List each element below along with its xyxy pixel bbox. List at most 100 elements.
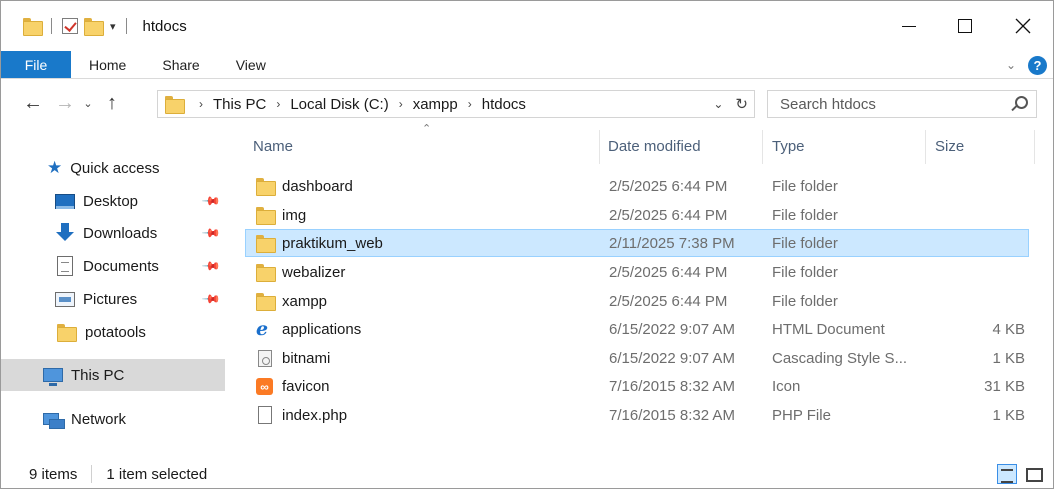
file-name: xampp [282, 292, 328, 310]
refresh-icon[interactable]: ↻ [735, 95, 748, 113]
file-type: Cascading Style S... [772, 349, 908, 367]
column-header-date[interactable]: Date modified [608, 126, 701, 166]
tab-share[interactable]: Share [144, 51, 217, 78]
back-button[interactable]: ← [21, 81, 45, 126]
column-divider[interactable] [762, 130, 763, 164]
folder-icon [256, 178, 276, 196]
nav-item-documents[interactable]: Documents 📌 [1, 250, 225, 282]
nav-item-quick-access[interactable]: ★ Quick access [1, 152, 225, 184]
breadcrumb-separator[interactable]: › [468, 97, 472, 111]
close-icon [1015, 18, 1031, 34]
navigation-bar: ← → ⌄ ↑ › This PC › Local Disk (C:) › xa… [1, 81, 1053, 126]
breadcrumb-separator[interactable]: › [276, 97, 280, 111]
file-type: Icon [772, 377, 801, 395]
column-divider[interactable] [925, 130, 926, 164]
details-view-icon[interactable] [997, 464, 1017, 484]
folder-icon [57, 324, 77, 342]
nav-item-pictures[interactable]: Pictures 📌 [1, 283, 225, 315]
maximize-button[interactable] [938, 1, 992, 51]
folder-icon [256, 264, 276, 282]
properties-icon[interactable] [62, 18, 78, 34]
file-name: praktikum_web [282, 234, 383, 252]
nav-item-downloads[interactable]: Downloads 📌 [1, 217, 225, 249]
file-date: 2/5/2025 6:44 PM [609, 177, 728, 195]
file-size: 31 KB [984, 377, 1025, 395]
qat-separator [125, 18, 127, 34]
file-row-favicon[interactable]: ∞ favicon 7/16/2015 8:32 AM Icon 31 KB [245, 372, 1029, 400]
status-bar: 9 items 1 item selected [1, 459, 1053, 489]
column-divider[interactable] [599, 130, 600, 164]
column-header-name[interactable]: Name [253, 126, 293, 166]
file-row-dashboard[interactable]: dashboard 2/5/2025 6:44 PM File folder [245, 172, 1029, 200]
pin-icon[interactable]: 📌 [201, 223, 221, 243]
file-row-index-php[interactable]: index.php 7/16/2015 8:32 AM PHP File 1 K… [245, 401, 1029, 429]
sort-ascending-icon: ⌃ [422, 123, 432, 135]
help-icon[interactable]: ? [1028, 55, 1047, 75]
column-divider[interactable] [1034, 130, 1035, 164]
breadcrumb-separator[interactable]: › [199, 97, 203, 111]
file-row-bitnami[interactable]: bitnami 6/15/2022 9:07 AM Cascading Styl… [245, 344, 1029, 372]
file-row-xampp[interactable]: xampp 2/5/2025 6:44 PM File folder [245, 287, 1029, 315]
breadcrumb-separator[interactable]: › [399, 97, 403, 111]
breadcrumb-htdocs[interactable]: htdocs [482, 96, 526, 113]
qat-dropdown-icon[interactable]: ▾ [110, 20, 116, 33]
arrow-up-icon: ↑ [107, 92, 117, 114]
file-row-webalizer[interactable]: webalizer 2/5/2025 6:44 PM File folder [245, 258, 1029, 286]
folder-icon [23, 18, 43, 36]
tab-home[interactable]: Home [71, 51, 144, 78]
new-folder-icon[interactable] [84, 18, 104, 36]
quick-access-toolbar: ▾ htdocs [1, 1, 187, 51]
network-icon [43, 411, 65, 429]
status-separator [91, 465, 93, 483]
pictures-icon [55, 291, 75, 307]
file-row-praktikum-web[interactable]: praktikum_web 2/11/2025 7:38 PM File fol… [245, 229, 1029, 257]
search-input[interactable] [780, 95, 1000, 113]
maximize-icon [958, 19, 972, 33]
file-date: 7/16/2015 8:32 AM [609, 406, 735, 424]
tab-file[interactable]: File [1, 51, 71, 78]
pin-icon[interactable]: 📌 [201, 289, 221, 309]
nav-item-this-pc[interactable]: This PC [1, 359, 225, 391]
file-type: File folder [772, 292, 838, 310]
breadcrumb-xampp[interactable]: xampp [413, 96, 458, 113]
window-title: htdocs [142, 17, 187, 35]
expand-ribbon-icon[interactable]: ⌄ [1006, 58, 1016, 72]
css-file-icon [258, 350, 272, 367]
nav-item-network[interactable]: Network [1, 403, 225, 435]
column-header-size[interactable]: Size [935, 126, 964, 166]
file-name: applications [282, 320, 362, 338]
folder-icon [165, 96, 185, 114]
arrow-right-icon: → [55, 92, 75, 114]
folder-icon [256, 207, 276, 225]
address-bar[interactable]: › This PC › Local Disk (C:) › xampp › ht… [157, 90, 755, 118]
file-name: favicon [282, 377, 330, 395]
pin-icon[interactable]: 📌 [201, 191, 221, 211]
search-icon[interactable] [1015, 96, 1028, 109]
breadcrumb-this-pc[interactable]: This PC [213, 96, 266, 113]
item-count: 9 items [29, 465, 78, 483]
column-header-type[interactable]: Type [772, 126, 805, 166]
close-button[interactable] [996, 1, 1050, 51]
search-box[interactable] [767, 90, 1037, 118]
up-button[interactable]: ↑ [99, 81, 125, 126]
file-row-applications[interactable]: e applications 6/15/2022 9:07 AM HTML Do… [245, 315, 1029, 343]
pin-icon[interactable]: 📌 [201, 256, 221, 276]
selection-count: 1 item selected [106, 465, 208, 483]
forward-button[interactable]: → [53, 81, 77, 126]
file-size: 1 KB [992, 406, 1025, 424]
minimize-button[interactable] [882, 1, 936, 51]
file-row-img[interactable]: img 2/5/2025 6:44 PM File folder [245, 201, 1029, 229]
file-name: dashboard [282, 177, 353, 195]
file-size: 1 KB [992, 349, 1025, 367]
file-size [925, 258, 1025, 286]
desktop-icon [55, 193, 75, 209]
nav-item-potatools[interactable]: potatools [1, 316, 225, 348]
nav-item-desktop[interactable]: Desktop 📌 [1, 185, 225, 217]
tab-view[interactable]: View [218, 51, 284, 78]
recent-locations-button[interactable]: ⌄ [81, 81, 95, 126]
address-dropdown-icon[interactable]: ⌄ [713, 97, 723, 111]
breadcrumb-local-disk[interactable]: Local Disk (C:) [290, 96, 388, 113]
large-icons-view-icon[interactable] [1023, 464, 1043, 484]
nav-item-label: Network [71, 410, 127, 428]
file-type: HTML Document [772, 320, 885, 338]
